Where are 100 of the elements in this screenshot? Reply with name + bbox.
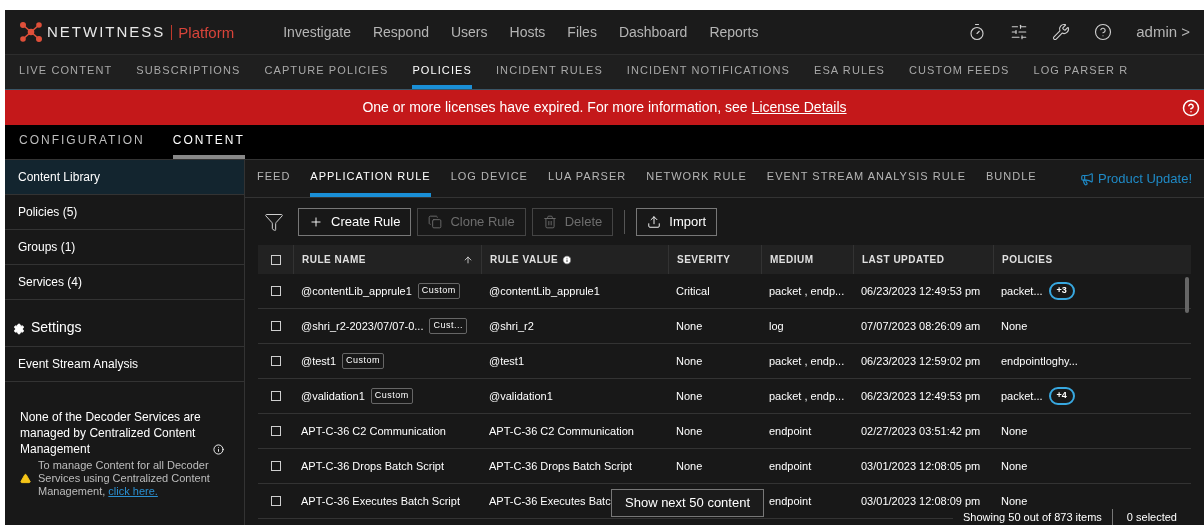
custom-tag: Cust... (429, 318, 467, 334)
warning-icon (20, 473, 31, 484)
checkbox[interactable] (270, 426, 281, 436)
rule-type-tab[interactable]: NETWORK RULE (646, 160, 747, 197)
item-count: Showing 50 out of 873 items (953, 508, 1113, 525)
table-cell-text: APT-C-36 C2 Communication (301, 423, 446, 439)
plus-icon (309, 214, 323, 229)
config-tab[interactable]: CAPTURE POLICIES (264, 55, 389, 89)
sort-arrow-icon[interactable] (463, 254, 473, 265)
table-cell: None (676, 459, 703, 472)
table-cell: 07/07/2023 08:26:09 am (861, 319, 981, 332)
rule-type-tab[interactable]: LOG DEVICE (450, 160, 528, 197)
rule-type-tab[interactable]: BUNDLE (986, 160, 1037, 197)
more-policies-badge[interactable]: +3 (1048, 282, 1075, 300)
main-nav-link[interactable]: Dashboard (607, 21, 699, 43)
column-header[interactable]: RULE NAME (302, 252, 366, 267)
sidebar-item[interactable]: Content Library (5, 160, 244, 195)
license-details-link[interactable]: License Details (751, 97, 847, 118)
table-cell: packet , endp... (769, 284, 845, 297)
table-cell: APT-C-36 C2 Communication (489, 424, 634, 437)
filter-icon[interactable] (264, 211, 284, 232)
config-tab[interactable]: INCIDENT RULES (495, 55, 603, 89)
tools-icon[interactable] (1052, 23, 1071, 41)
column-header[interactable]: SEVERITY (677, 252, 731, 267)
table-cell-text: @contentLib_apprule1 (301, 283, 412, 299)
table-cell-text: APT-C-36 Drops Batch Script (301, 458, 445, 474)
sidebar-item[interactable]: Services (4) (5, 265, 244, 300)
table-cell: @shri_r2 (489, 319, 534, 332)
notice-text: To manage Content for all Decoder Services using Centralized Content Management, click here. (38, 459, 211, 498)
notice-title: None of the Decoder Services are managed by Centralized Content Management (20, 409, 202, 457)
network-logo-icon (19, 22, 43, 42)
rule-type-tab[interactable]: APPLICATION RULE (310, 160, 431, 197)
main-nav-link[interactable]: Respond (361, 21, 440, 43)
table-cell: APT-C-36 Drops Batch Script (489, 459, 633, 472)
click-here-link[interactable]: click here. (108, 485, 158, 497)
sidebar-item[interactable]: Policies (5) (5, 195, 244, 230)
upload-icon (647, 214, 662, 229)
sidebar-item[interactable]: Event Stream Analysis (5, 347, 244, 382)
table-cell: None (676, 319, 703, 332)
user-menu[interactable]: admin > (1136, 20, 1190, 44)
custom-tag: Custom (370, 388, 413, 404)
table-cell-text: None (1001, 423, 1028, 439)
checkbox[interactable] (270, 496, 281, 506)
config-tab[interactable]: SUBSCRIPTIONS (136, 55, 241, 89)
config-tab[interactable]: LOG PARSER R (1033, 55, 1129, 89)
sidebar-item[interactable]: Groups (1) (5, 230, 244, 265)
trash-icon (542, 214, 557, 229)
table-cell: None (676, 424, 703, 437)
section-tab[interactable]: CONFIGURATION (19, 125, 145, 159)
config-tab[interactable]: INCIDENT NOTIFICATIONS (626, 55, 790, 89)
checkbox[interactable] (270, 391, 281, 401)
selected-count: 0 selected (1125, 509, 1178, 525)
main-nav-link[interactable]: Files (556, 21, 608, 43)
sliders-icon[interactable] (1010, 23, 1029, 41)
more-policies-badge[interactable]: +4 (1048, 387, 1075, 405)
table-cell-text: APT-C-36 Executes Batch Script (301, 493, 460, 509)
config-tab[interactable]: ESA RULES (814, 55, 886, 89)
checkbox[interactable] (270, 254, 281, 265)
custom-tag: Custom (342, 353, 385, 369)
rule-type-tab[interactable]: EVENT STREAM ANALYSIS RULE (766, 160, 967, 197)
config-tab[interactable]: LIVE CONTENT (19, 55, 113, 89)
brand-name: NETWITNESS (47, 21, 166, 42)
checkbox[interactable] (270, 356, 281, 366)
custom-tag: Custom (417, 283, 460, 299)
column-header[interactable]: RULE VALUE (490, 252, 559, 267)
table-cell: log (769, 319, 784, 332)
main-nav-link[interactable]: Hosts (498, 21, 557, 43)
gear-icon (13, 323, 25, 335)
import-button[interactable]: Import (636, 207, 718, 236)
rule-type-tab[interactable]: FEED (257, 160, 291, 197)
product-update-link[interactable]: Product Update! (1080, 160, 1192, 197)
rule-type-tab[interactable]: LUA PARSER (547, 160, 627, 197)
checkbox[interactable] (270, 461, 281, 471)
banner-text: One or more licenses have expired. For more information, see (362, 98, 748, 117)
copy-icon (428, 214, 443, 229)
table-cell: None (676, 389, 703, 402)
table-cell: 06/23/2023 12:59:02 pm (861, 354, 981, 367)
column-header[interactable]: MEDIUM (770, 252, 814, 267)
table-cell-text: None (1001, 318, 1028, 334)
main-nav-link[interactable]: Users (439, 21, 499, 43)
config-tab[interactable]: CUSTOM FEEDS (909, 55, 1010, 89)
table-cell: endpoint (769, 459, 812, 472)
scrollbar-thumb[interactable] (1185, 277, 1189, 313)
table-cell-text: packet... (1001, 283, 1043, 299)
main-nav-link[interactable]: Reports (698, 21, 770, 43)
table-cell-text: @validation1 (301, 388, 365, 404)
column-header[interactable]: POLICIES (1002, 252, 1053, 267)
create-button[interactable]: Create Rule (298, 207, 412, 236)
help-icon[interactable] (1094, 23, 1113, 41)
checkbox[interactable] (270, 286, 281, 296)
table-cell: @test1 (489, 354, 524, 367)
timer-icon[interactable] (968, 23, 987, 41)
main-nav-link[interactable]: Investigate (272, 21, 362, 43)
checkbox[interactable] (270, 321, 281, 331)
table-cell: endpoint (769, 494, 812, 507)
show-next-button[interactable]: Show next 50 content (611, 489, 765, 517)
table-cell: 06/23/2023 12:49:53 pm (861, 389, 981, 402)
table-cell: 03/01/2023 12:08:09 pm (861, 494, 981, 507)
column-header[interactable]: LAST UPDATED (862, 252, 945, 267)
table-cell: @contentLib_apprule1 (489, 284, 600, 297)
